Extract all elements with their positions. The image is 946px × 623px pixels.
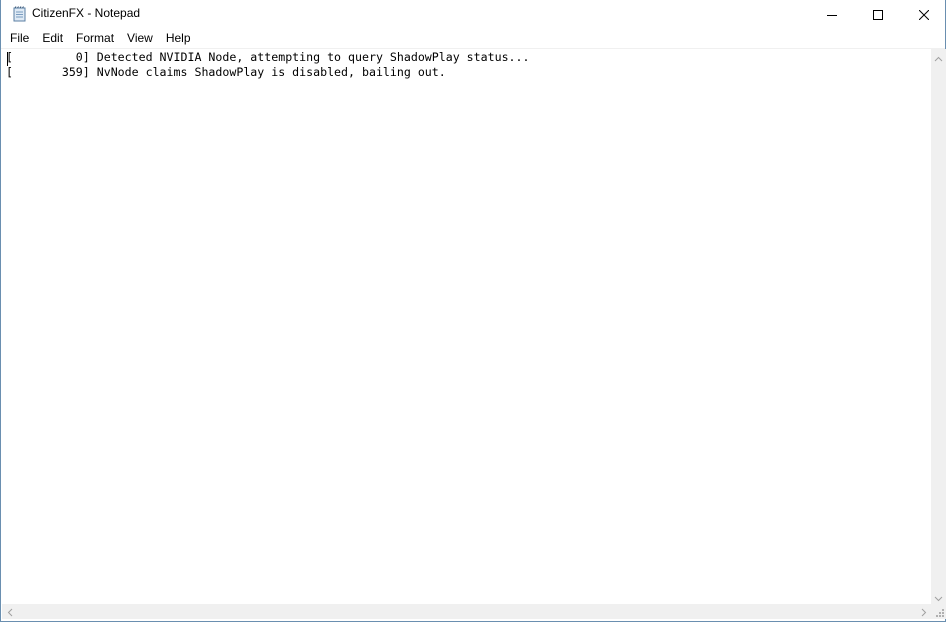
text-editor-area[interactable]: [ 0] Detected NVIDIA Node, attempting to… bbox=[2, 49, 931, 604]
title-bar[interactable]: CitizenFX - Notepad bbox=[1, 0, 945, 29]
text-line: [ 359] NvNode claims ShadowPlay is disab… bbox=[6, 65, 446, 79]
minimize-icon bbox=[827, 5, 837, 24]
window-title: CitizenFX - Notepad bbox=[32, 6, 141, 20]
notepad-icon[interactable] bbox=[12, 6, 27, 22]
maximize-icon bbox=[873, 5, 883, 24]
menu-help[interactable]: Help bbox=[159, 29, 197, 48]
minimize-button[interactable] bbox=[809, 0, 855, 29]
close-button[interactable] bbox=[901, 0, 946, 29]
scroll-right-button[interactable] bbox=[916, 604, 931, 619]
menu-view[interactable]: View bbox=[120, 29, 159, 48]
horizontal-scrollbar[interactable] bbox=[2, 604, 931, 619]
chevron-up-icon bbox=[934, 47, 943, 66]
menu-format[interactable]: Format bbox=[69, 29, 120, 48]
menu-edit[interactable]: Edit bbox=[35, 29, 69, 48]
scroll-down-button[interactable] bbox=[931, 589, 946, 604]
maximize-button[interactable] bbox=[855, 0, 901, 29]
menu-bar: File Edit Format View Help bbox=[1, 29, 945, 48]
scroll-up-button[interactable] bbox=[931, 49, 946, 64]
close-icon bbox=[918, 5, 930, 24]
notepad-window: CitizenFX - Notepad File Edit Format Vie… bbox=[0, 0, 946, 622]
resize-grip-icon bbox=[931, 604, 946, 623]
resize-grip[interactable] bbox=[931, 604, 946, 619]
scroll-left-button[interactable] bbox=[2, 604, 17, 619]
chevron-right-icon bbox=[921, 602, 927, 621]
menu-file[interactable]: File bbox=[3, 29, 35, 48]
vertical-scrollbar[interactable] bbox=[931, 49, 946, 604]
text-caret bbox=[7, 52, 8, 66]
chevron-left-icon bbox=[7, 602, 13, 621]
text-line: [ 0] Detected NVIDIA Node, attempting to… bbox=[6, 50, 530, 64]
